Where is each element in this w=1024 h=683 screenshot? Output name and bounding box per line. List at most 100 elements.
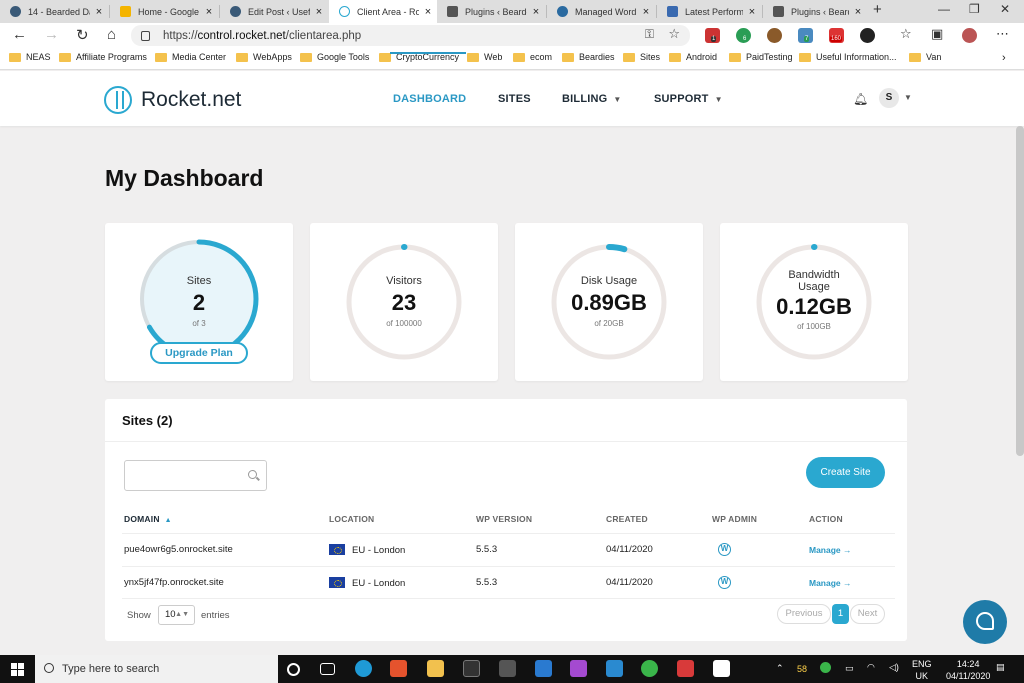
chat-support-button[interactable] (963, 600, 1007, 644)
close-icon[interactable]: × (200, 6, 218, 18)
edge-icon[interactable] (355, 660, 372, 677)
taskbar-search-input[interactable]: Type here to search (35, 655, 278, 683)
url-input[interactable]: https://control.rocket.net/clientarea.ph… (131, 25, 690, 46)
logo[interactable]: Rocket.net (141, 88, 241, 112)
close-icon[interactable]: × (419, 6, 437, 18)
site-search-input[interactable] (124, 460, 267, 491)
nav-sites[interactable]: SITES (498, 93, 531, 105)
profile-avatar[interactable] (962, 28, 977, 43)
minimize-button[interactable]: — (938, 2, 950, 16)
column-header-created[interactable]: CREATED (606, 514, 648, 524)
nav-dashboard[interactable]: DASHBOARD (393, 93, 466, 105)
bookmark-folder[interactable]: Android (669, 52, 717, 62)
close-icon[interactable]: × (849, 6, 867, 18)
nav-support[interactable]: SUPPORT ▼ (654, 93, 723, 105)
close-icon[interactable]: × (637, 6, 655, 18)
pagination-next[interactable]: Next (850, 604, 885, 624)
pagination-previous[interactable]: Previous (777, 604, 831, 624)
pagination-current-page[interactable]: 1 (832, 604, 849, 624)
store-icon[interactable] (499, 660, 516, 677)
task-view-icon[interactable] (320, 663, 335, 675)
bell-icon[interactable]: 🔔︎ (853, 92, 868, 106)
bookmark-folder[interactable]: Media Center (155, 52, 226, 62)
extension-icon[interactable]: 6 (736, 28, 751, 43)
mail-icon[interactable] (535, 660, 552, 677)
bookmark-folder[interactable]: Web (467, 52, 502, 62)
column-header-wp-version[interactable]: WP VERSION (476, 514, 532, 524)
vpn-icon[interactable] (641, 660, 658, 677)
document-icon[interactable] (713, 660, 730, 677)
wordpress-icon[interactable]: W (718, 543, 731, 556)
browser-tab[interactable]: 14 - Bearded Da × (0, 0, 108, 23)
clock[interactable]: 14:24 04/11/2020 (946, 658, 990, 682)
brave-icon[interactable] (390, 660, 407, 677)
browser-tab[interactable]: Managed Word × (547, 0, 655, 23)
star-icon[interactable]: ☆ (668, 26, 680, 42)
wifi-icon[interactable]: ◠ (867, 662, 875, 673)
extension-icon[interactable]: 160 (829, 28, 844, 43)
windows-start-icon[interactable] (11, 663, 24, 676)
app-icon[interactable] (606, 660, 623, 677)
app-icon[interactable] (677, 660, 694, 677)
browser-tab[interactable]: Latest Performa × (657, 0, 761, 23)
home-icon[interactable]: ⌂ (107, 26, 116, 43)
close-icon[interactable]: × (743, 6, 761, 18)
tray-counter[interactable]: 58 (797, 664, 807, 674)
display-icon[interactable]: ▭ (845, 663, 854, 674)
volume-icon[interactable]: ◁) (889, 662, 899, 673)
upgrade-plan-button[interactable]: Upgrade Plan (150, 342, 248, 364)
column-header-domain[interactable]: DOMAIN ▲ (124, 514, 172, 524)
close-icon[interactable]: × (310, 6, 328, 18)
cookie-icon[interactable] (767, 28, 782, 43)
collections-icon[interactable]: ▣ (931, 26, 943, 42)
bookmark-folder[interactable]: ecom (513, 52, 552, 62)
cortana-icon[interactable] (287, 663, 300, 676)
chevron-up-icon[interactable]: ⌃ (776, 663, 784, 674)
close-icon[interactable]: × (90, 6, 108, 18)
notifications-icon[interactable]: ▤ (996, 662, 1005, 673)
bookmark-folder[interactable]: Useful Information... (799, 52, 897, 62)
forward-button[interactable]: → (44, 26, 59, 43)
extension-icon[interactable] (860, 28, 875, 43)
bookmark-folder[interactable]: Sites (623, 52, 660, 62)
back-button[interactable]: ← (12, 26, 27, 43)
browser-tab[interactable]: Plugins ‹ Bearde× (763, 0, 867, 23)
page-scrollbar[interactable] (1016, 126, 1024, 456)
bookmark-folder[interactable]: PaidTesting (729, 52, 793, 62)
entries-per-page-select[interactable]: 10 ▲▼ (158, 605, 195, 625)
extension-icon[interactable]: 1 (705, 28, 720, 43)
chevron-down-icon[interactable]: ▼ (904, 93, 912, 102)
check-icon[interactable] (820, 662, 831, 673)
bookmark-folder[interactable]: Van (909, 52, 941, 62)
close-icon[interactable]: × (527, 6, 545, 18)
language-indicator[interactable]: ENG UK (912, 658, 932, 682)
manage-link[interactable]: Manage → (809, 545, 852, 555)
bookmark-folder[interactable]: NEAS (9, 52, 51, 62)
browser-tab[interactable]: Plugins ‹ Bearde× (437, 0, 545, 23)
maximize-button[interactable]: ❐ (969, 2, 980, 16)
reload-button[interactable]: ↻ (76, 26, 89, 44)
column-header-location[interactable]: LOCATION (329, 514, 374, 524)
user-avatar[interactable]: S (879, 88, 899, 108)
browser-tab-active[interactable]: Client Area - Ro × (329, 0, 437, 23)
bookmark-folder[interactable]: WebApps (236, 52, 292, 62)
affinity-icon[interactable] (570, 660, 587, 677)
extension-icon[interactable]: 7 (798, 28, 813, 43)
nav-billing[interactable]: BILLING ▼ (562, 93, 622, 105)
key-icon[interactable]: ⚿ (645, 27, 654, 42)
manage-link[interactable]: Manage → (809, 578, 852, 588)
browser-tab[interactable]: Home - Google × (110, 0, 218, 23)
terminal-icon[interactable] (463, 660, 480, 677)
bookmark-folder[interactable]: Affiliate Programs (59, 52, 147, 62)
favorites-icon[interactable]: ☆ (900, 26, 912, 42)
browser-tab[interactable]: Edit Post ‹ Usefu × (220, 0, 328, 23)
create-site-button[interactable]: Create Site (806, 457, 885, 488)
window-close-button[interactable]: ✕ (1000, 2, 1010, 16)
chevron-right-icon[interactable]: › (1002, 52, 1006, 64)
more-menu-icon[interactable]: ⋯ (996, 26, 1009, 42)
bookmark-folder[interactable]: Beardies (562, 52, 615, 62)
wordpress-icon[interactable]: W (718, 576, 731, 589)
bookmark-folder[interactable]: Google Tools (300, 52, 369, 62)
new-tab-button[interactable]: + (873, 1, 882, 18)
file-explorer-icon[interactable] (427, 660, 444, 677)
